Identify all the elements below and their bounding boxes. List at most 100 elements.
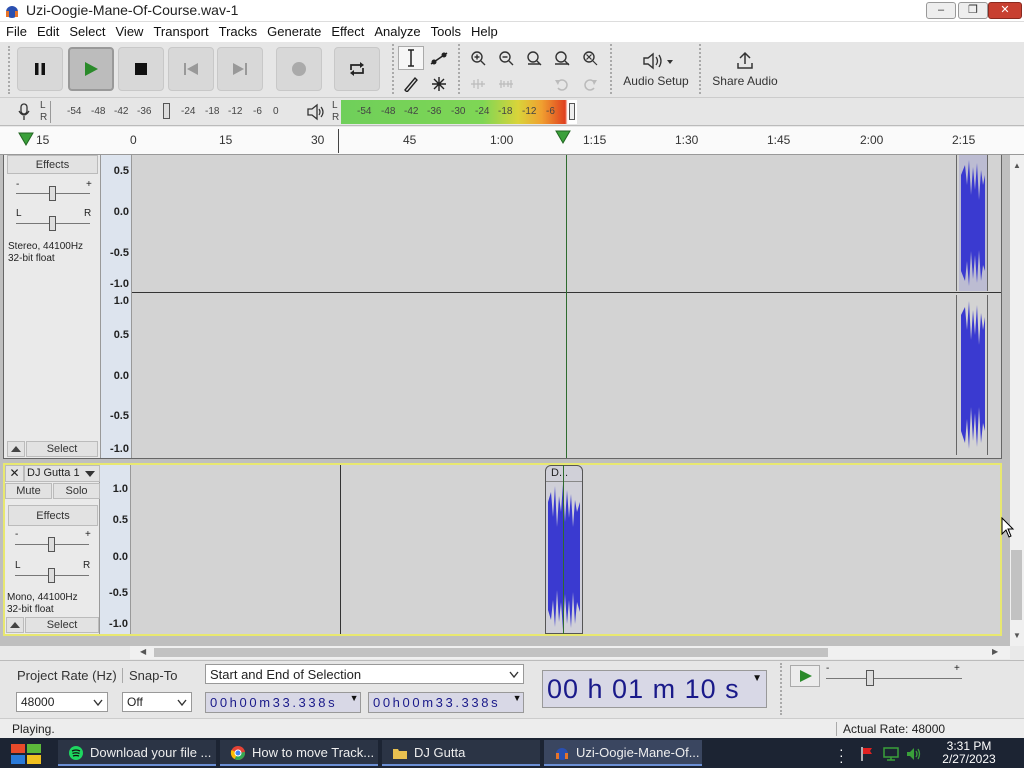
toolbar-grip[interactable] <box>392 44 396 94</box>
track-dj-gutta[interactable]: ✕ DJ Gutta 1 Mute Solo Effects - + L R M… <box>3 463 1002 636</box>
speaker-meter-icon[interactable] <box>306 103 326 121</box>
audio-clip-left-channel[interactable] <box>956 155 988 291</box>
track1-collapse-button[interactable] <box>7 441 25 457</box>
menu-select[interactable]: Select <box>63 22 109 41</box>
volume-icon[interactable] <box>905 746 923 762</box>
undo-button[interactable] <box>549 72 575 96</box>
track1-waveform-area[interactable] <box>132 155 1001 458</box>
track1-vertical-ruler[interactable]: 0.5 0.0 -0.5 -1.0 1.0 0.5 0.0 -0.5 -1.0 <box>101 155 132 458</box>
taskbar-item-audacity[interactable]: Uzi-Oogie-Mane-Of... <box>544 740 702 766</box>
play-at-speed-button[interactable] <box>790 665 820 687</box>
vertical-scrollbar[interactable]: ▲ ▼ <box>1010 155 1024 646</box>
menu-analyze[interactable]: Analyze <box>368 22 424 41</box>
selection-end-menu-icon[interactable]: ▼ <box>513 693 522 703</box>
selection-mode-select[interactable]: Start and End of Selection <box>205 664 524 684</box>
record-gain-thumb[interactable] <box>163 103 170 119</box>
multi-tool[interactable] <box>426 72 452 96</box>
playback-meter[interactable]: -54 -48 -42 -36 -30 -24 -18 -12 -6 <box>341 100 577 124</box>
track2-solo-button[interactable]: Solo <box>53 483 100 499</box>
selection-start-menu-icon[interactable]: ▼ <box>350 693 359 703</box>
audio-setup-button[interactable]: Audio Setup <box>616 45 696 97</box>
track2-collapse-button[interactable] <box>6 617 24 633</box>
horizontal-scrollbar[interactable]: ◀ ▶ <box>130 646 1010 659</box>
share-audio-button[interactable]: Share Audio <box>705 45 785 97</box>
microphone-icon[interactable] <box>18 103 30 121</box>
playback-volume-thumb[interactable] <box>569 103 575 120</box>
record-meter[interactable]: -54 -48 -42 -36 -24 -18 -12 -6 0 <box>50 101 290 123</box>
project-rate-select[interactable]: 48000 <box>16 692 108 712</box>
taskbar-item-chrome[interactable]: How to move Track... <box>220 740 378 766</box>
envelope-tool[interactable] <box>426 46 452 70</box>
menu-generate[interactable]: Generate <box>261 22 325 41</box>
draw-tool[interactable] <box>398 72 424 96</box>
scroll-up-icon[interactable]: ▲ <box>1013 161 1021 170</box>
track2-select-button[interactable]: Select <box>25 617 99 633</box>
menu-transport[interactable]: Transport <box>147 22 212 41</box>
network-icon[interactable] <box>882 746 900 762</box>
audio-clip-dj-gutta[interactable]: D... <box>545 465 583 634</box>
pause-button[interactable] <box>17 47 63 91</box>
record-button[interactable] <box>276 47 322 91</box>
timeline-ruler[interactable]: 15 0 15 30 45 1:00 1:15 1:30 1:45 2:00 2… <box>0 127 1024 155</box>
silence-audio-button[interactable] <box>493 72 519 96</box>
play-speed-slider[interactable] <box>826 678 962 679</box>
track1-gain-thumb[interactable] <box>49 186 56 201</box>
stop-button[interactable] <box>118 47 164 91</box>
play-speed-thumb[interactable] <box>866 670 874 686</box>
menu-edit[interactable]: Edit <box>31 22 63 41</box>
fit-project-button[interactable] <box>549 46 575 70</box>
track2-control-panel[interactable]: ✕ DJ Gutta 1 Mute Solo Effects - + L R M… <box>5 465 100 634</box>
track-stereo[interactable]: Effects - + L R Stereo, 44100Hz 32-bit f… <box>3 155 1002 459</box>
track2-pan-thumb[interactable] <box>48 568 55 583</box>
track2-effects-button[interactable]: Effects <box>8 505 98 526</box>
play-head-icon[interactable] <box>555 130 571 144</box>
scroll-right-icon[interactable]: ▶ <box>992 647 998 656</box>
track1-control-panel[interactable]: Effects - + L R Stereo, 44100Hz 32-bit f… <box>4 155 101 458</box>
toolbar-grip[interactable] <box>610 44 614 94</box>
zoom-out-button[interactable] <box>493 46 519 70</box>
minimize-button[interactable]: – <box>926 2 956 19</box>
vertical-scroll-thumb[interactable] <box>1011 550 1022 620</box>
zoom-toggle-button[interactable] <box>577 46 603 70</box>
zoom-in-button[interactable] <box>465 46 491 70</box>
track2-name-menu[interactable]: DJ Gutta 1 <box>24 465 100 482</box>
audio-clip-right-channel[interactable] <box>956 295 988 455</box>
track1-effects-button[interactable]: Effects <box>7 155 98 174</box>
fit-selection-button[interactable] <box>521 46 547 70</box>
scroll-left-icon[interactable]: ◀ <box>140 647 146 656</box>
toolbar-grip[interactable] <box>780 663 784 715</box>
menu-file[interactable]: File <box>0 22 31 41</box>
play-button[interactable] <box>68 47 114 91</box>
horizontal-scroll-thumb[interactable] <box>154 648 828 657</box>
trim-audio-button[interactable] <box>465 72 491 96</box>
taskbar-item-spotify[interactable]: Download your file ... <box>58 740 216 766</box>
selection-tool[interactable] <box>398 46 424 70</box>
track2-mute-button[interactable]: Mute <box>5 483 52 499</box>
toolbar-grip[interactable] <box>8 46 12 94</box>
action-center-flag-icon[interactable] <box>859 746 875 762</box>
toolbar-grip[interactable] <box>699 44 703 94</box>
redo-button[interactable] <box>577 72 603 96</box>
menu-help[interactable]: Help <box>465 22 502 41</box>
close-button[interactable]: ✕ <box>988 2 1022 19</box>
menu-tools[interactable]: Tools <box>425 22 465 41</box>
track2-close-button[interactable]: ✕ <box>5 465 24 482</box>
skip-to-end-button[interactable] <box>217 47 263 91</box>
skip-to-start-button[interactable] <box>168 47 214 91</box>
selection-end-time[interactable]: 0 0 h 0 0 m 3 3 . 3 3 8 s ▼ <box>368 692 524 713</box>
system-clock[interactable]: 3:31 PM 2/27/2023 <box>936 740 1002 766</box>
time-format-menu-icon[interactable]: ▼ <box>752 673 763 685</box>
track1-pan-thumb[interactable] <box>49 216 56 231</box>
tray-overflow-icon[interactable]: · · · <box>839 742 844 768</box>
timeline-start-marker-icon[interactable] <box>18 132 34 146</box>
audio-position-time[interactable]: 00 h 01 m 10 s ▼ <box>542 670 767 708</box>
track2-gain-thumb[interactable] <box>48 537 55 552</box>
menu-effect[interactable]: Effect <box>325 22 368 41</box>
loop-button[interactable] <box>334 47 380 91</box>
menu-tracks[interactable]: Tracks <box>213 22 262 41</box>
track2-waveform-area[interactable]: D... <box>131 465 1000 634</box>
taskbar-item-folder[interactable]: DJ Gutta <box>382 740 540 766</box>
snap-to-select[interactable]: Off <box>122 692 192 712</box>
track2-vertical-ruler[interactable]: 1.0 0.5 0.0 -0.5 -1.0 <box>100 465 131 634</box>
selection-start-time[interactable]: 0 0 h 0 0 m 3 3 . 3 3 8 s ▼ <box>205 692 361 713</box>
